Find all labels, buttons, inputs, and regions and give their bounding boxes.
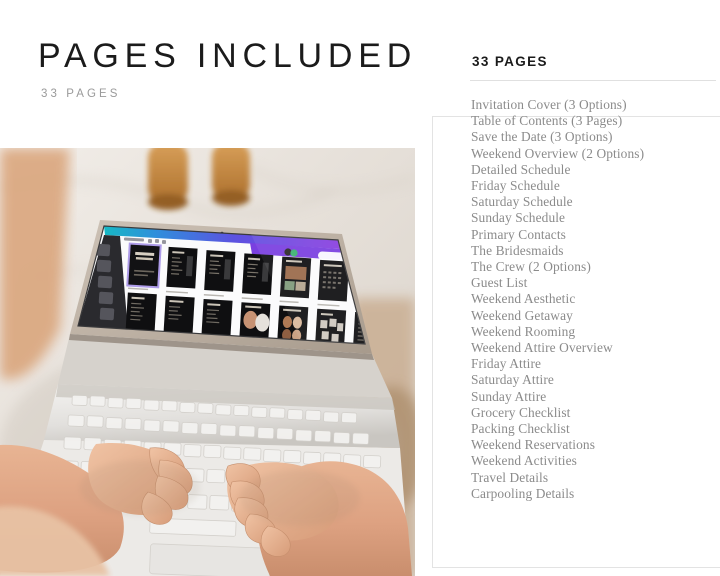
list-item: Weekend Getaway — [471, 307, 573, 323]
list-item: Weekend Aesthetic — [471, 291, 576, 307]
list-item: Save the Date (3 Options) — [471, 129, 613, 145]
list-item: Detailed Schedule — [471, 161, 571, 177]
list-item: Friday Attire — [471, 356, 542, 372]
laptop-photo — [0, 148, 415, 576]
list-item: Grocery Checklist — [471, 404, 571, 420]
list-item: Invitation Cover (3 Options) — [471, 97, 627, 112]
list-item: Weekend Rooming — [471, 323, 576, 339]
list-item: The Crew (2 Options) — [471, 259, 591, 275]
list-item: Packing Checklist — [471, 421, 570, 437]
list-item: Sunday Attire — [471, 388, 547, 404]
list-item: Saturday Schedule — [471, 194, 573, 210]
list-item: Weekend Reservations — [471, 437, 595, 453]
list-item: Weekend Activities — [471, 453, 577, 469]
list-item: Weekend Attire Overview — [471, 340, 613, 356]
pages-list: Invitation Cover (3 Options) Table of Con… — [471, 97, 711, 502]
list-item: The Bridesmaids — [471, 242, 564, 258]
list-item: Table of Contents (3 Pages) — [471, 113, 623, 129]
list-item: Saturday Attire — [471, 372, 554, 388]
list-item: Travel Details — [471, 469, 549, 485]
list-item: Guest List — [471, 275, 528, 291]
page-title: PAGES INCLUDED — [38, 37, 418, 75]
pages-included-page: PAGES INCLUDED 33 PAGES 33 PAGES Invitat… — [0, 0, 720, 576]
list-item: Weekend Overview (2 Options) — [471, 145, 645, 161]
list-item: Sunday Schedule — [471, 210, 566, 226]
list-item: Carpooling Details — [471, 485, 575, 501]
card-title: 33 PAGES — [472, 54, 548, 69]
page-subtitle: 33 PAGES — [41, 88, 121, 100]
card-divider — [470, 80, 716, 81]
laptop-photo-illustration — [0, 148, 415, 576]
left-column: PAGES INCLUDED 33 PAGES — [0, 0, 416, 576]
list-item: Primary Contacts — [471, 226, 566, 242]
list-item: Friday Schedule — [471, 178, 560, 194]
